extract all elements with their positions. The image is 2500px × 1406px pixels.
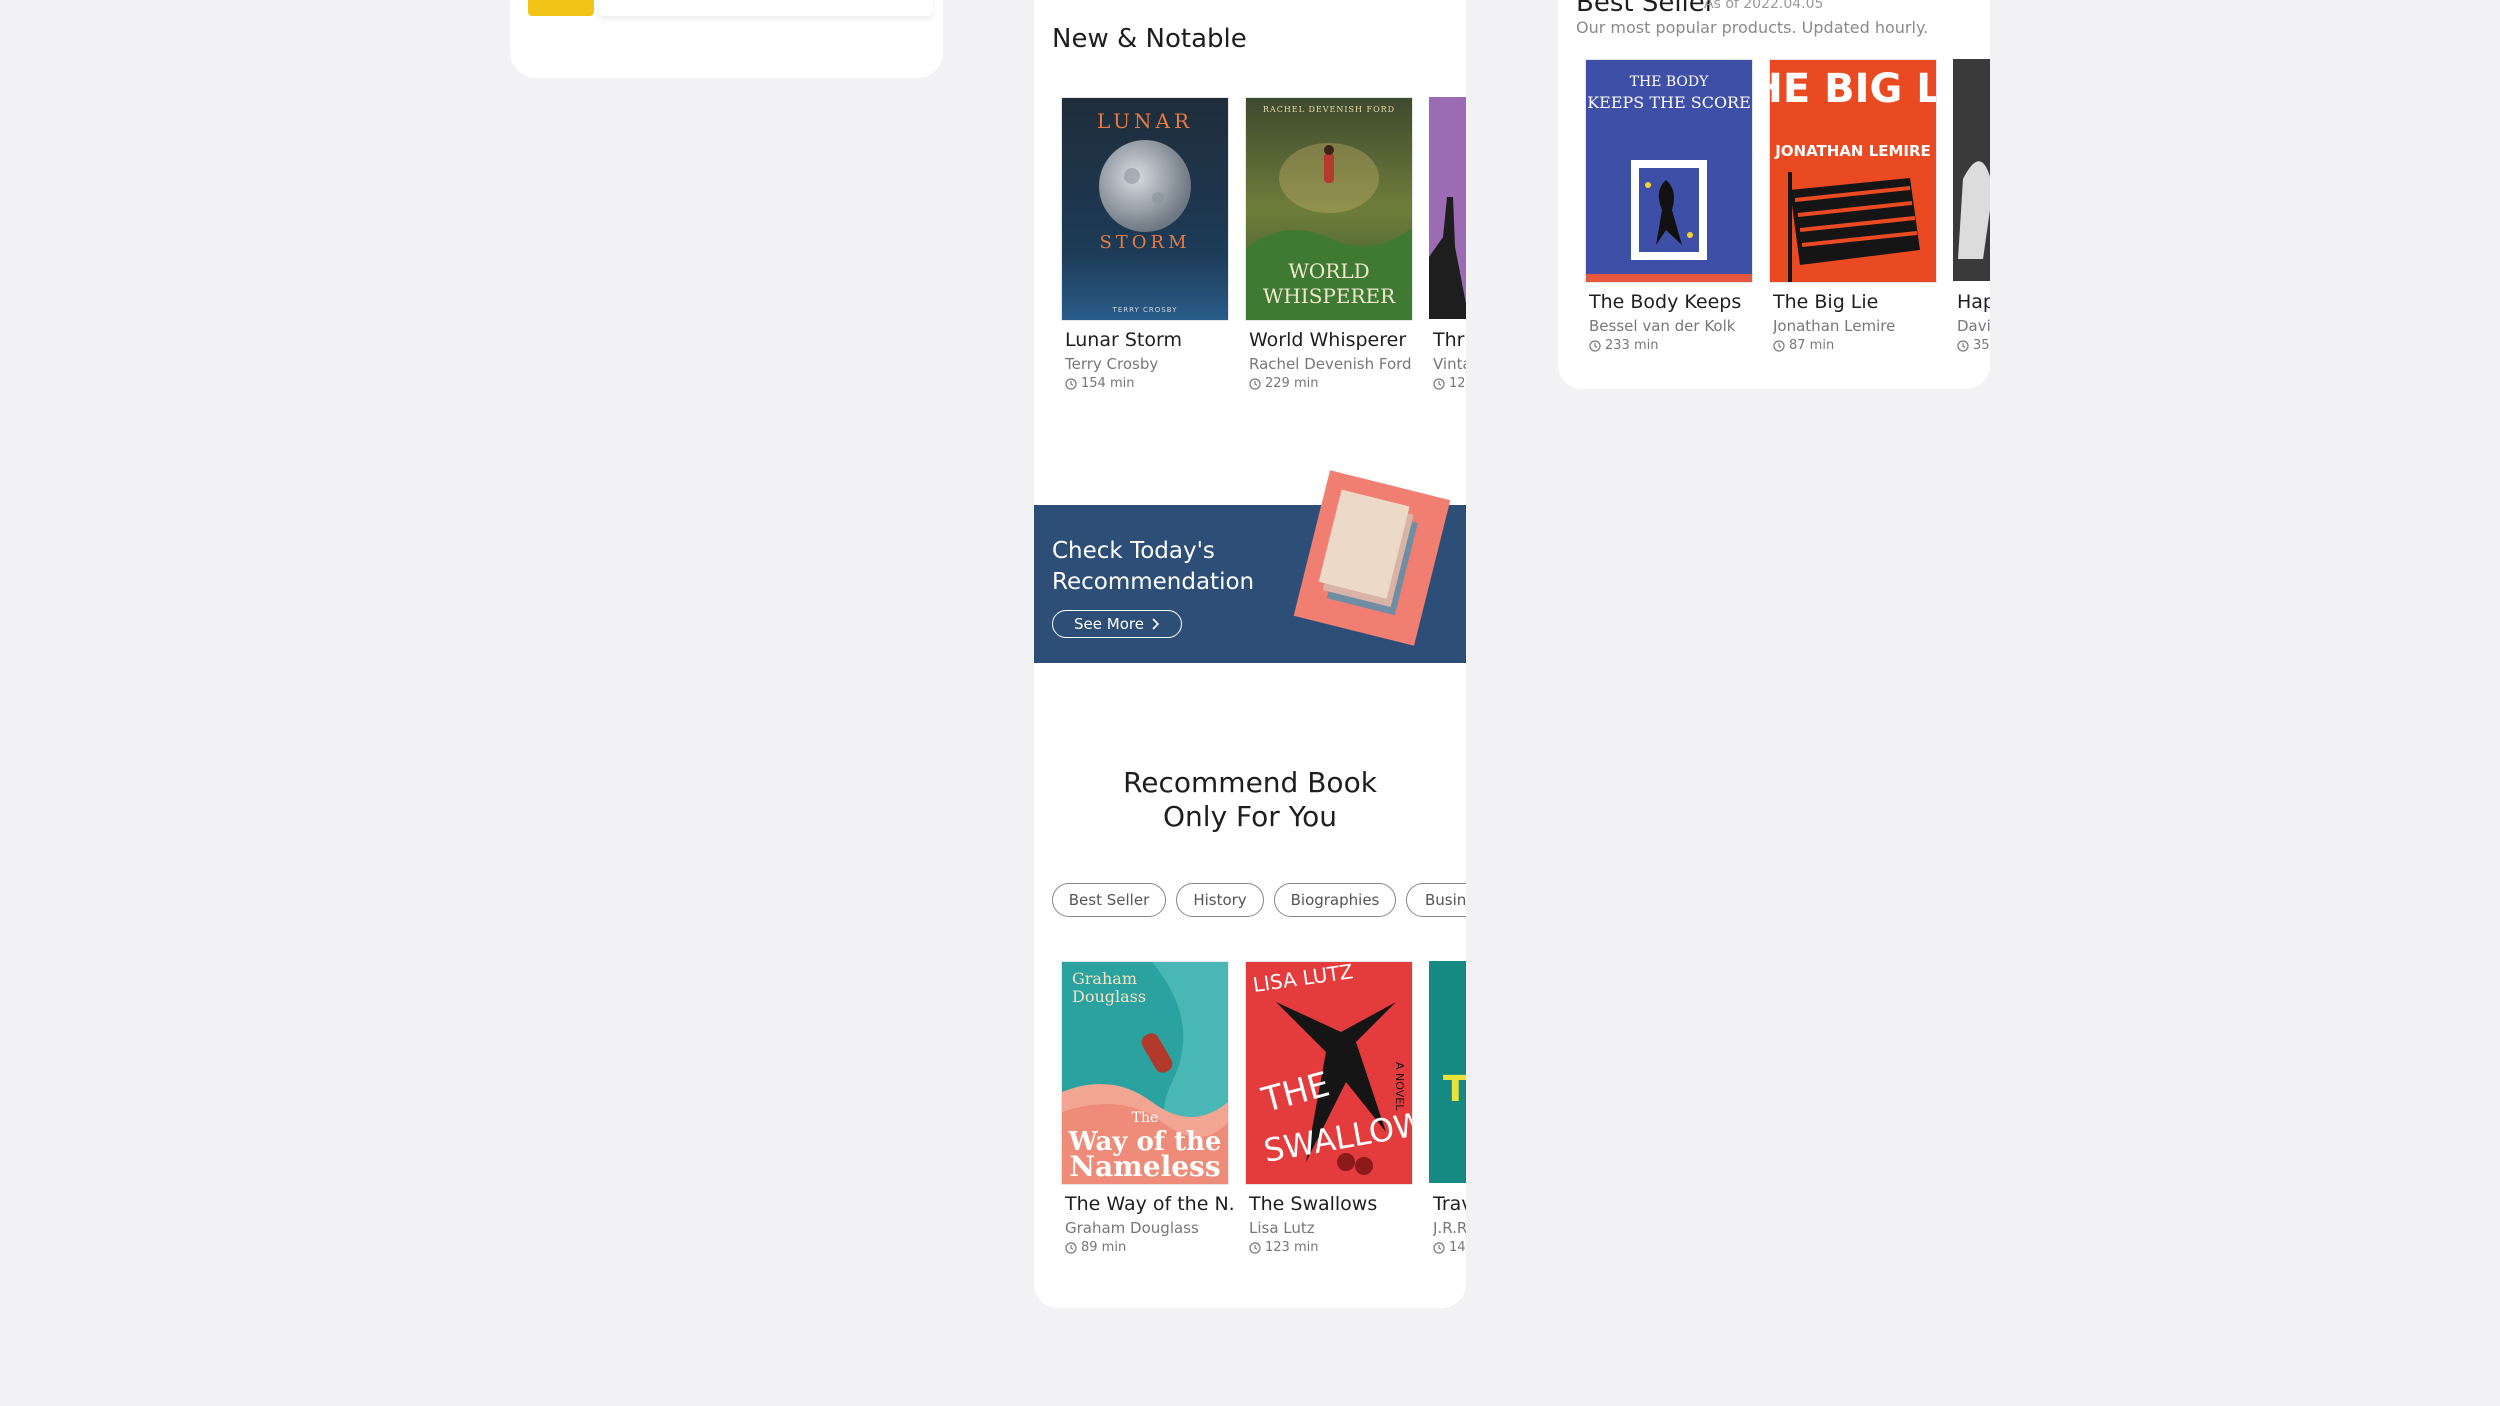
- list-item[interactable]: [598, 0, 933, 16]
- book-title[interactable]: Lunar Storm: [1065, 329, 1235, 351]
- svg-text:STORM: STORM: [1099, 232, 1190, 253]
- book-cover-big-lie[interactable]: THE BIG LIE JONATHAN LEMIRE: [1769, 59, 1937, 283]
- clock-icon: [1065, 1241, 1077, 1254]
- chip-best-seller[interactable]: Best Seller: [1052, 883, 1166, 917]
- see-more-button[interactable]: See More: [1052, 610, 1182, 638]
- book-duration: 12: [1449, 376, 1466, 391]
- book-author: Davic: [1957, 317, 1990, 335]
- book-title[interactable]: Trav: [1433, 1193, 1466, 1215]
- book-duration: 154 min: [1081, 376, 1135, 391]
- book-duration: 229 min: [1265, 376, 1319, 391]
- svg-text:A NOVEL: A NOVEL: [1393, 1062, 1406, 1111]
- best-seller-carousel[interactable]: THE BODY KEEPS THE SCORE The Body Keeps …: [1576, 59, 1990, 389]
- svg-text:The: The: [1132, 1110, 1159, 1126]
- svg-text:LUNAR: LUNAR: [1097, 109, 1193, 133]
- book-cover-trav[interactable]: T: [1429, 961, 1466, 1183]
- clock-icon: [1589, 339, 1601, 352]
- book-duration: 89 min: [1081, 1240, 1127, 1255]
- svg-text:WORLD: WORLD: [1288, 259, 1369, 283]
- svg-text:Graham: Graham: [1072, 969, 1137, 988]
- clock-icon: [1249, 377, 1261, 390]
- svg-text:KEEPS THE SCORE: KEEPS THE SCORE: [1587, 93, 1751, 112]
- svg-text:WHISPERER: WHISPERER: [1263, 284, 1396, 308]
- books-illustration: [1293, 470, 1451, 646]
- book-duration: 35: [1973, 338, 1990, 353]
- book-author: Graham Douglass: [1065, 1219, 1199, 1237]
- left-card: [510, 0, 943, 78]
- chip-biographies[interactable]: Biographies: [1274, 883, 1396, 917]
- book-title[interactable]: World Whisperer: [1249, 329, 1419, 351]
- clock-icon: [1065, 377, 1077, 390]
- clock-icon: [1433, 377, 1445, 390]
- book-cover-lunar-storm[interactable]: LUNAR STORM TERRY CROSBY: [1061, 97, 1229, 321]
- clock-icon: [1773, 339, 1785, 352]
- section-title-best-seller: Best Seller: [1576, 0, 1716, 18]
- best-seller-subtitle: Our most popular products. Updated hourl…: [1576, 18, 1929, 37]
- book-title[interactable]: The Swallows: [1249, 1193, 1419, 1215]
- book-author: Lisa Lutz: [1249, 1219, 1315, 1237]
- book-title[interactable]: Thri: [1433, 329, 1466, 351]
- recommendation-banner[interactable]: Check Today's Recommendation See More: [1034, 470, 1466, 663]
- section-title-new-notable: New & Notable: [1052, 24, 1247, 54]
- book-duration: 123 min: [1265, 1240, 1319, 1255]
- book-title[interactable]: Hap: [1957, 291, 1990, 313]
- book-author: Terry Crosby: [1065, 355, 1159, 373]
- clock-icon: [1249, 1241, 1261, 1254]
- book-thumbnail[interactable]: [528, 0, 594, 16]
- banner-title: Check Today's Recommendation: [1052, 538, 1255, 595]
- svg-text:RACHEL DEVENISH FORD: RACHEL DEVENISH FORD: [1263, 105, 1395, 114]
- svg-text:THE BODY: THE BODY: [1630, 74, 1709, 90]
- svg-text:T: T: [1443, 1069, 1466, 1110]
- svg-text:THE BIG LIE: THE BIG LIE: [1770, 66, 1936, 112]
- book-author: Bessel van der Kolk: [1589, 317, 1736, 335]
- svg-text:Douglass: Douglass: [1072, 987, 1146, 1006]
- book-author: Rachel Devenish Ford: [1249, 355, 1412, 373]
- home-screen-card: New & Notable LUNAR STORM TERRY CROSBY L…: [1034, 0, 1466, 1308]
- recommend-section-title: Recommend Book Only For You: [1123, 766, 1377, 833]
- best-seller-card: Best Seller As of 2022.04.05 Our most po…: [1558, 0, 1990, 389]
- svg-text:JONATHAN LEMIRE: JONATHAN LEMIRE: [1774, 142, 1931, 160]
- category-chips[interactable]: Best Seller History Biographies Busin: [1052, 883, 1466, 923]
- book-title[interactable]: The Way of the N..: [1065, 1193, 1235, 1215]
- book-title[interactable]: The Body Keeps: [1589, 291, 1759, 313]
- book-title[interactable]: The Big Lie: [1773, 291, 1943, 313]
- chip-history[interactable]: History: [1176, 883, 1264, 917]
- book-cover-hap[interactable]: [1953, 59, 1990, 281]
- book-duration: 233 min: [1605, 338, 1659, 353]
- book-cover-body-keeps-score[interactable]: THE BODY KEEPS THE SCORE: [1585, 59, 1753, 283]
- svg-text:Nameless: Nameless: [1069, 1150, 1220, 1183]
- book-duration: 87 min: [1789, 338, 1835, 353]
- book-author: Vinta: [1433, 355, 1466, 373]
- clock-icon: [1433, 1241, 1445, 1254]
- book-author: Jonathan Lemire: [1773, 317, 1896, 335]
- book-duration: 14: [1449, 1240, 1466, 1255]
- book-cover-the-swallows[interactable]: LISA LUTZ THE SWALLOWS A NOVEL: [1245, 961, 1413, 1185]
- book-cover-way-of-the-nameless[interactable]: Graham Douglass The Way of the Nameless: [1061, 961, 1229, 1185]
- book-cover-thri[interactable]: [1429, 97, 1466, 319]
- book-author: J.R.R: [1433, 1219, 1466, 1237]
- chevron-right-icon: [1152, 618, 1160, 630]
- see-more-label: See More: [1074, 615, 1144, 633]
- clock-icon: [1957, 339, 1969, 352]
- svg-text:TERRY CROSBY: TERRY CROSBY: [1112, 306, 1178, 314]
- new-notable-carousel[interactable]: LUNAR STORM TERRY CROSBY Lunar Storm Ter…: [1052, 97, 1466, 427]
- best-seller-date: As of 2022.04.05: [1704, 0, 1824, 12]
- recommend-carousel[interactable]: Graham Douglass The Way of the Nameless …: [1052, 961, 1466, 1291]
- chip-business[interactable]: Busin: [1406, 883, 1466, 917]
- book-cover-world-whisperer[interactable]: RACHEL DEVENISH FORD WORLD WHISPERER: [1245, 97, 1413, 321]
